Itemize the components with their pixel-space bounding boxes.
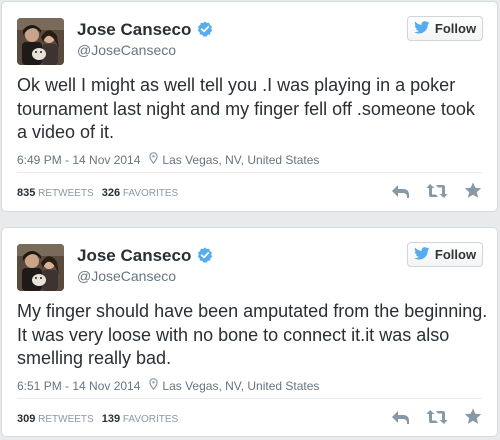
follow-button[interactable]: Follow — [407, 242, 483, 267]
retweets-label: RETWEETS — [38, 188, 94, 199]
favorites-label: FAVORITES — [122, 188, 179, 199]
avatar[interactable] — [17, 18, 64, 65]
screen-name[interactable]: @JoseCanseco — [77, 42, 176, 58]
tweet-stats: 309 RETWEETS 139 FAVORITES — [17, 413, 178, 425]
retweets-count[interactable]: 835 — [17, 187, 35, 199]
location[interactable]: Las Vegas, NV, United States — [149, 378, 319, 393]
follow-button[interactable]: Follow — [407, 16, 483, 41]
star-icon[interactable] — [464, 182, 482, 199]
screen-name[interactable]: @JoseCanseco — [77, 268, 176, 284]
retweet-icon[interactable] — [426, 409, 448, 425]
divider — [17, 398, 482, 399]
display-name[interactable]: Jose Canseco — [77, 246, 213, 268]
display-name-text[interactable]: Jose Canseco — [77, 20, 191, 39]
tweet-text: My finger should have been amputated fro… — [17, 301, 488, 368]
map-pin-icon — [149, 152, 159, 167]
verified-badge-icon — [197, 21, 213, 42]
twitter-bird-icon — [414, 246, 430, 263]
favorites-count[interactable]: 139 — [102, 413, 120, 425]
location-text: Las Vegas, NV, United States — [162, 152, 320, 167]
tweet-text: Ok well I might as well tell you .I was … — [17, 75, 475, 142]
map-pin-icon — [149, 378, 159, 393]
tweet-meta: 6:51 PM - 14 Nov 2014 Las Vegas, NV, Uni… — [17, 378, 319, 393]
verified-badge-icon — [197, 247, 213, 268]
tweet-meta: 6:49 PM - 14 Nov 2014 Las Vegas, NV, Uni… — [17, 152, 319, 167]
location-text: Las Vegas, NV, United States — [162, 378, 320, 393]
twitter-bird-icon — [414, 20, 430, 37]
display-name-text[interactable]: Jose Canseco — [77, 246, 191, 265]
retweets-label: RETWEETS — [38, 414, 94, 425]
tweet-card: Jose Canseco @JoseCanseco Follow Ok well… — [1, 1, 498, 212]
timestamp[interactable]: 6:49 PM - 14 Nov 2014 — [17, 153, 140, 167]
follow-button-label: Follow — [434, 21, 477, 36]
retweet-icon[interactable] — [426, 183, 448, 199]
reply-icon[interactable] — [390, 183, 410, 199]
tweet-stats: 835 RETWEETS 326 FAVORITES — [17, 187, 178, 199]
avatar[interactable] — [17, 244, 64, 291]
favorites-label: FAVORITES — [122, 414, 179, 425]
timestamp[interactable]: 6:51 PM - 14 Nov 2014 — [17, 379, 140, 393]
follow-button-label: Follow — [434, 247, 477, 262]
star-icon[interactable] — [464, 408, 482, 425]
divider — [17, 172, 482, 173]
tweet-actions — [390, 182, 482, 199]
tweet-actions — [390, 408, 482, 425]
reply-icon[interactable] — [390, 409, 410, 425]
retweets-count[interactable]: 309 — [17, 413, 35, 425]
favorites-count[interactable]: 326 — [102, 187, 120, 199]
tweet-card: Jose Canseco @JoseCanseco Follow My fing… — [1, 227, 498, 437]
display-name[interactable]: Jose Canseco — [77, 20, 213, 42]
location[interactable]: Las Vegas, NV, United States — [149, 152, 319, 167]
